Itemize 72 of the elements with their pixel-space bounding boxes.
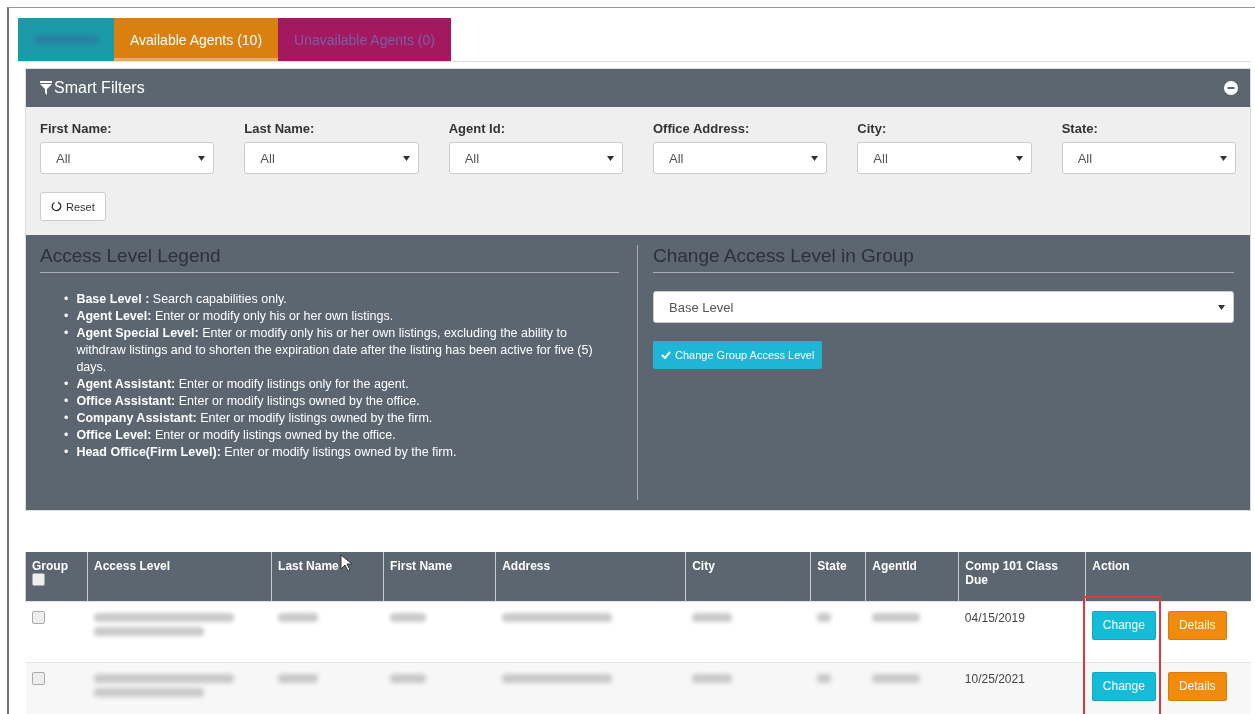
column-header: Action: [1085, 552, 1251, 601]
section-title: Change Access Level in Group: [653, 245, 1234, 273]
bullet: •: [64, 308, 69, 325]
filter-dropdown[interactable]: All: [653, 142, 828, 174]
table-cell: 04/15/2019: [958, 601, 1086, 662]
redacted-text: [871, 612, 920, 622]
caret-icon: [1220, 155, 1227, 161]
filter-label: Agent Id:: [448, 121, 506, 136]
legend-item: Agent Level: Enter or modify only his or her own listings.: [76, 308, 394, 325]
bullet: •: [64, 325, 69, 342]
row-checkbox[interactable]: [31, 671, 45, 685]
bullet: •: [64, 393, 69, 410]
column-header: Comp 101 Class Due: [958, 552, 1086, 601]
caret-icon: [607, 155, 614, 161]
column-header: Address: [495, 552, 686, 601]
legend-item: Office Level: Enter or modify listings owned by the office.: [76, 427, 396, 444]
bullet: •: [64, 410, 69, 427]
redacted-text: [389, 673, 426, 683]
filter-label: First Name:: [40, 121, 113, 136]
redacted-text: [277, 673, 318, 683]
filter-label: State:: [1061, 121, 1099, 136]
panel-title: Smart Filters: [54, 79, 145, 97]
redacted-text: [816, 673, 831, 683]
filter-dropdown[interactable]: All: [857, 142, 1032, 174]
row-checkbox[interactable]: [31, 610, 45, 624]
collapse-icon[interactable]: [1224, 81, 1238, 95]
column-header: AgentId: [865, 552, 959, 601]
column-header: City: [685, 552, 811, 601]
filter-label: City:: [857, 121, 888, 136]
redacted-text: [871, 673, 920, 683]
redacted-text: [691, 612, 732, 622]
tab[interactable]: [18, 18, 114, 61]
caret-icon: [1015, 155, 1023, 161]
redacted-text: [277, 612, 318, 622]
caret-icon: [1218, 304, 1225, 310]
filter-dropdown[interactable]: All: [448, 142, 623, 174]
reset-button[interactable]: Reset: [40, 192, 106, 221]
table-cell: 10/25/2021: [958, 662, 1086, 714]
bullet: •: [64, 427, 69, 444]
legend-item: Company Assistant: Enter or modify listings owned by the firm.: [76, 410, 433, 427]
legend-item: Agent Assistant: Enter or modify listings only for the agent.: [76, 376, 409, 393]
access-level-dropdown[interactable]: Base Level: [653, 291, 1234, 323]
bullet: •: [64, 444, 69, 461]
caret-icon: [811, 155, 819, 161]
refresh-icon: [51, 201, 62, 212]
filter-dropdown[interactable]: All: [244, 142, 419, 174]
column-header: Access Level: [87, 552, 272, 601]
redacted-text: [691, 673, 732, 683]
redacted-text: [389, 612, 426, 622]
filter-dropdown[interactable]: All: [1061, 142, 1236, 174]
redacted-text: [816, 612, 831, 622]
legend-item: Agent Special Level: Enter or modify only his or her own listings, excluding the ability to withdraw listings and to shorten the expiration date after the listing has been active for five (5) days.: [76, 325, 594, 376]
filter-label: Last Name:: [244, 121, 316, 136]
section-title: Access Level Legend: [40, 245, 619, 273]
column-header: State: [810, 552, 866, 601]
filter-dropdown[interactable]: All: [40, 142, 215, 174]
legend-item: Base Level : Search capabilities only.: [76, 291, 287, 308]
caret-icon: [198, 155, 206, 161]
filter-icon: [40, 81, 52, 95]
column-header: Last Name: [271, 552, 384, 601]
column-title: Group: [32, 559, 68, 573]
cursor-icon: [340, 554, 352, 572]
filter-label: Office Address:: [653, 121, 751, 136]
redacted-text: [34, 35, 98, 44]
caret-icon: [402, 155, 410, 161]
bullet: •: [64, 291, 69, 308]
bullet: •: [64, 376, 69, 393]
select-all-checkbox[interactable]: [32, 573, 45, 586]
check-icon: [661, 351, 671, 359]
legend-item: Head Office(Firm Level): Enter or modify listings owned by the firm.: [76, 444, 457, 461]
column-header: First Name: [383, 552, 496, 601]
legend-item: Office Assistant: Enter or modify listings owned by the office.: [76, 393, 420, 410]
